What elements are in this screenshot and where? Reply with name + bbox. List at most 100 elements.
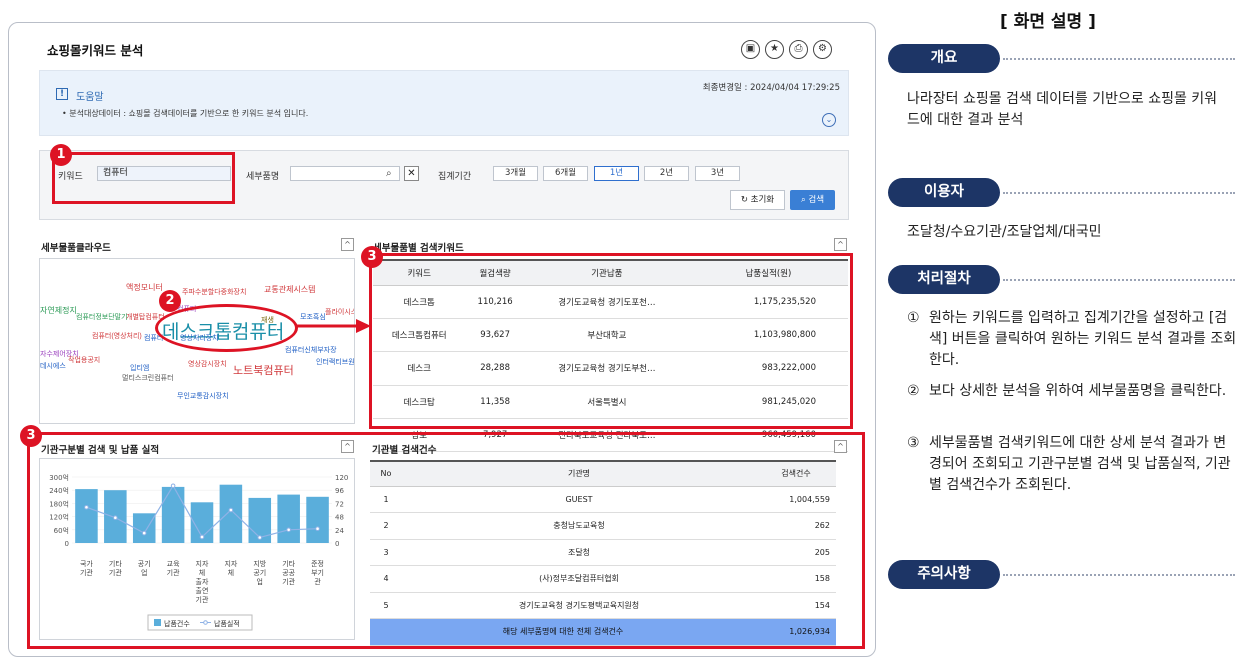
keyword-table-title: 세부물품별 검색키워드 xyxy=(373,243,464,254)
line-point[interactable] xyxy=(199,534,205,540)
table-cell: 충청남도교육청 xyxy=(402,512,756,540)
table-row[interactable]: 5 경기도교육청 경기도평택교육지원청 154 xyxy=(370,592,836,619)
legend-label: 납품실적 xyxy=(214,619,240,628)
divider xyxy=(1003,192,1235,194)
period-3y-button[interactable]: 3년 xyxy=(695,166,740,181)
x-tick-label: 지자 체 출자 출연 기관 xyxy=(196,559,209,604)
save-icon[interactable]: ▣ xyxy=(741,40,760,59)
cloud-title: 세부물품클라우드 xyxy=(41,243,111,254)
overview-text: 나라장터 쇼핑몰 검색 데이터를 기반으로 쇼핑몰 키워드에 대한 결과 분석 xyxy=(907,91,1218,128)
cloud-word[interactable]: 노트북컴퓨터 xyxy=(233,362,294,378)
period-3m-button[interactable]: 3개월 xyxy=(493,166,538,181)
cloud-word[interactable]: 교통관제시스템 xyxy=(264,284,316,295)
period-2y-button[interactable]: 2년 xyxy=(644,166,689,181)
x-tick-label: 지방 공기 업 xyxy=(253,559,266,586)
print-icon[interactable]: ⎙ xyxy=(789,40,808,59)
cloud-word[interactable]: 멀티스크린컴퓨터 xyxy=(122,373,174,383)
chevron-down-icon[interactable]: ⌄ xyxy=(822,113,836,127)
y-left-tick: 120억 xyxy=(49,514,69,522)
table-row[interactable]: 3 조달청 205 xyxy=(370,539,836,566)
users-pill: 이용자 xyxy=(888,178,1000,207)
table-cell: 154 xyxy=(756,592,836,619)
search-button[interactable]: ⌕ 검색 xyxy=(790,190,835,210)
chart-collapse-button[interactable]: ^ xyxy=(341,440,354,453)
cloud-word[interactable]: 무인교통감시장치 xyxy=(177,391,229,401)
line-point[interactable] xyxy=(257,535,263,540)
table-cell: GUEST xyxy=(402,486,756,513)
bar[interactable] xyxy=(277,494,300,543)
institution-chart: 300억 240억 180억 120억 60억 0 120 96 72 48 24 0 국가 기관 기타 기관… xyxy=(49,474,348,631)
star-icon[interactable]: ★ xyxy=(765,40,784,59)
highlight-box-3a xyxy=(369,253,853,429)
cloud-word[interactable]: 액정모니터 xyxy=(126,282,163,293)
line-point[interactable] xyxy=(113,515,118,521)
settings-icon[interactable]: ⚙ xyxy=(813,40,832,59)
table-row[interactable]: 2 충청남도교육청 262 xyxy=(370,512,836,540)
total-label: 해당 세부품명에 대한 전체 검색건수 xyxy=(370,618,756,646)
cloud-word[interactable]: 자연제정지 xyxy=(40,305,77,316)
y-left-tick: 60억 xyxy=(54,527,69,535)
item-input[interactable] xyxy=(290,166,400,181)
badge-2: 2 xyxy=(159,290,181,312)
total-value: 1,026,934 xyxy=(756,618,836,646)
divider xyxy=(1003,574,1235,576)
bar[interactable] xyxy=(219,484,243,543)
table-row[interactable]: 1 GUEST 1,004,559 xyxy=(370,486,836,513)
line-point[interactable] xyxy=(170,483,176,489)
period-6m-button[interactable]: 6개월 xyxy=(543,166,588,181)
reset-button[interactable]: ↻ 초기화 xyxy=(730,190,785,210)
process-step: ① 원하는 키워드를 입력하고 집계기간을 설정하고 [검색] 버튼을 클릭하여 … xyxy=(907,308,1237,371)
table-cell: 1 xyxy=(370,486,402,513)
col-header: 검색건수 xyxy=(756,460,836,487)
period-label: 집계기간 xyxy=(438,172,472,182)
clear-icon[interactable]: ✕ xyxy=(404,166,419,181)
institution-table: No 기관명 검색건수 1 GUEST 1,004,559 2 충청남도교육청 262 … xyxy=(370,460,836,646)
x-tick-label: 공기 업 xyxy=(138,559,151,577)
table-row[interactable]: 4 (사)정부조달컴퓨터협회 158 xyxy=(370,565,836,593)
cloud-word[interactable]: 영상감시장치 xyxy=(188,359,227,369)
badge-3a: 3 xyxy=(361,246,383,268)
period-1y-button[interactable]: 1년 xyxy=(594,166,639,181)
cloud-word[interactable]: 작업용공지 xyxy=(68,355,100,365)
bar[interactable] xyxy=(132,513,156,543)
process-step: ③ 세부물품별 검색키워드에 대한 상세 분석 결과가 변경되어 조회되고 기관구… xyxy=(907,433,1237,496)
cloud-word[interactable]: 데시에스 xyxy=(40,361,66,371)
line-point[interactable] xyxy=(286,527,291,533)
legend-label: 납품건수 xyxy=(164,619,190,628)
users-text: 조달청/수요기관/조달업체/대국민 xyxy=(907,224,1102,240)
chart-panel-title: 기관구분별 검색 및 납품 실적 xyxy=(41,445,160,456)
search-icon[interactable]: ⌕ xyxy=(386,168,392,179)
x-tick-label: 준정 부기 관 xyxy=(311,559,324,586)
badge-3b: 3 xyxy=(20,425,42,447)
x-tick-label: 기타 공공 기관 xyxy=(282,559,295,586)
bar[interactable] xyxy=(75,489,98,543)
bar[interactable] xyxy=(306,496,329,543)
line-point[interactable] xyxy=(228,507,234,513)
table-cell: 158 xyxy=(756,565,836,593)
help-info-icon: ! xyxy=(56,88,68,100)
y-left-tick: 300억 xyxy=(49,474,69,482)
cloud-word[interactable]: 컴퓨터정보단말기 xyxy=(76,312,128,322)
y-left-tick: 240억 xyxy=(49,487,69,495)
col-header: No xyxy=(370,460,402,487)
help-title[interactable]: 도움말 xyxy=(76,88,104,103)
cloud-word[interactable]: 플라이시스템 xyxy=(325,307,354,317)
cloud-collapse-button[interactable]: ^ xyxy=(341,238,354,251)
step-number: ③ xyxy=(907,435,920,451)
cloud-word[interactable]: 주파수분할다중화장치 xyxy=(182,287,246,297)
line-point[interactable] xyxy=(315,526,320,531)
bar[interactable] xyxy=(161,486,185,543)
cloud-word[interactable]: 컴퓨터신체부자장 xyxy=(285,345,337,355)
last-updated: 최종변경일 : 2024/04/04 17:29:25 xyxy=(702,83,840,93)
cloud-word[interactable]: 입티엠 xyxy=(130,363,149,373)
y-right-tick: 120 xyxy=(335,474,348,482)
inst-collapse-button[interactable]: ^ xyxy=(834,440,847,453)
cloud-word[interactable]: 컴퓨터(영상처리) xyxy=(92,331,142,341)
overview-pill: 개요 xyxy=(888,44,1000,73)
badge-1: 1 xyxy=(50,144,72,166)
page-title: 쇼핑몰키워드 분석 xyxy=(47,43,144,58)
line-point[interactable] xyxy=(84,504,89,510)
keyword-collapse-button[interactable]: ^ xyxy=(834,238,847,251)
cloud-word[interactable]: 인터랙티브원 xyxy=(316,357,354,367)
line-point[interactable] xyxy=(141,530,147,536)
